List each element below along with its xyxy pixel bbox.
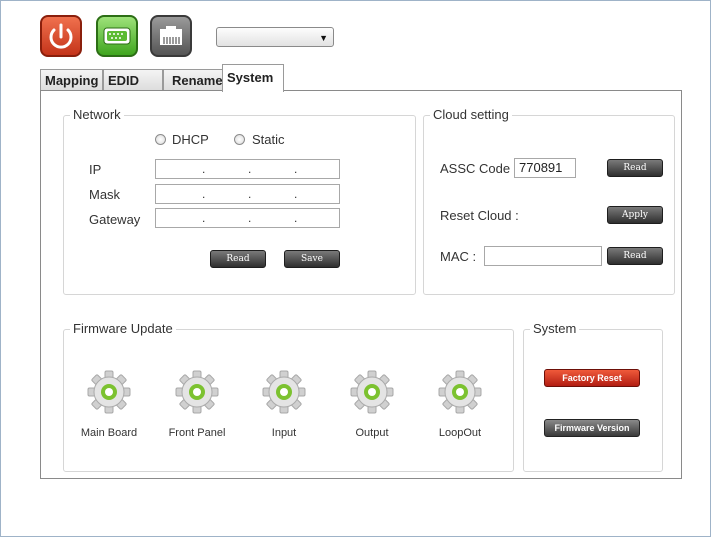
tab-label: Rename <box>172 73 223 88</box>
reset-cloud-label: Reset Cloud : <box>440 208 519 223</box>
device-select[interactable]: ▼ <box>216 27 334 47</box>
mac-label: MAC : <box>440 249 477 264</box>
assc-code-label: ASSC Code : <box>440 161 518 176</box>
front-panel-label: Front Panel <box>168 427 226 439</box>
power-button[interactable] <box>40 15 82 57</box>
cloud-setting-title: Cloud setting <box>430 107 512 122</box>
network-save-button[interactable]: Save <box>284 250 340 268</box>
system-title: System <box>530 321 580 336</box>
mac-field[interactable] <box>484 246 602 266</box>
system-group: System <box>523 321 663 472</box>
cloud-setting-group: Cloud setting <box>423 107 675 295</box>
tab-edid[interactable]: EDID <box>103 69 163 91</box>
network-title: Network <box>70 107 124 122</box>
gateway-label: Gateway <box>89 212 141 227</box>
tab-mapping[interactable]: Mapping <box>40 69 103 91</box>
mask-label: Mask <box>89 187 121 202</box>
mask-field[interactable]: ... <box>155 184 340 204</box>
output-gear-icon[interactable] <box>350 370 394 414</box>
ip-field[interactable]: ... <box>155 159 340 179</box>
tab-rename[interactable]: Rename <box>163 69 223 91</box>
lan-button[interactable] <box>150 15 192 57</box>
input-label: Input <box>271 427 297 439</box>
loopout-label: LoopOut <box>438 427 482 439</box>
output-label: Output <box>355 427 389 439</box>
ip-label: IP <box>89 162 102 177</box>
loopout-gear-icon[interactable] <box>438 370 482 414</box>
gateway-field[interactable]: ... <box>155 208 340 228</box>
reset-cloud-apply-button[interactable]: Apply <box>607 206 663 224</box>
mac-read-button[interactable]: Read <box>607 247 663 265</box>
firmware-update-title: Firmware Update <box>70 321 176 336</box>
tab-label: EDID <box>108 73 140 88</box>
tab-label: System <box>227 70 274 85</box>
serial-button[interactable] <box>96 15 138 57</box>
serial-port-icon <box>103 27 131 45</box>
chevron-down-icon: ▼ <box>319 33 328 43</box>
static-label: Static <box>252 132 285 147</box>
main-board-label: Main Board <box>80 427 138 439</box>
input-gear-icon[interactable] <box>262 370 306 414</box>
assc-read-button[interactable]: Read <box>607 159 663 177</box>
factory-reset-button[interactable]: Factory Reset <box>544 369 640 387</box>
lan-port-icon <box>160 26 182 45</box>
dhcp-label: DHCP <box>172 132 209 147</box>
assc-code-field[interactable]: 770891 <box>514 158 576 178</box>
tab-system[interactable]: System <box>222 64 284 92</box>
front-panel-gear-icon[interactable] <box>175 370 219 414</box>
dhcp-radio[interactable] <box>155 134 166 145</box>
tab-label: Mapping <box>45 73 99 88</box>
network-read-button[interactable]: Read <box>210 250 266 268</box>
firmware-version-button[interactable]: Firmware Version <box>544 419 640 437</box>
main-board-gear-icon[interactable] <box>87 370 131 414</box>
static-radio[interactable] <box>234 134 245 145</box>
power-icon <box>49 23 73 49</box>
